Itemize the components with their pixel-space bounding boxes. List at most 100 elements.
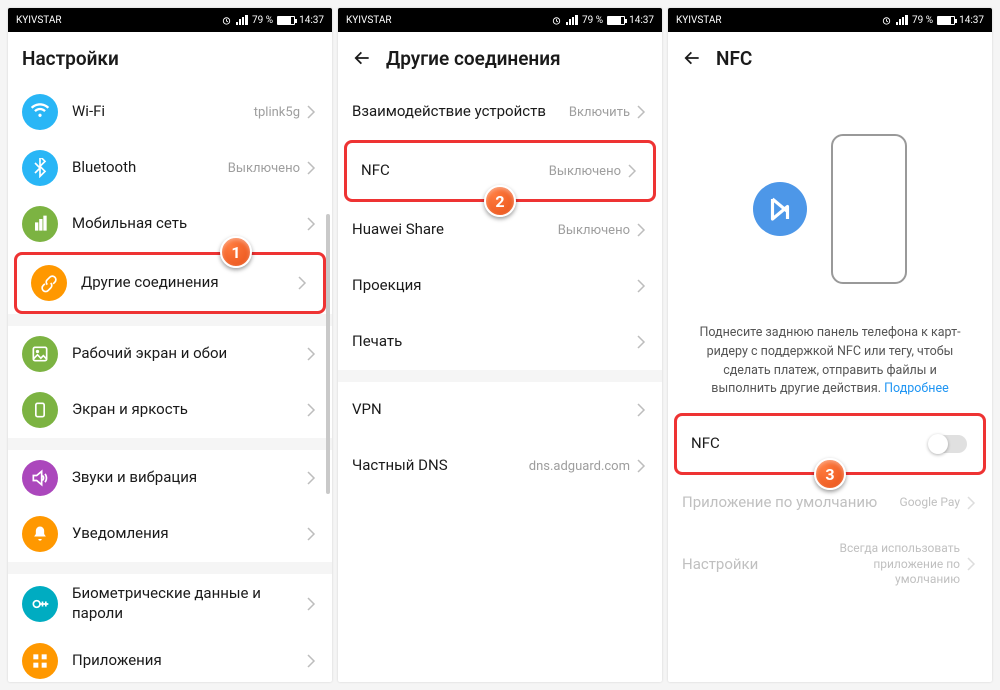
step-badge-3: 3 (814, 458, 846, 490)
row-label: Биометрические данные и пароли (72, 584, 306, 623)
row-label: Мобильная сеть (72, 214, 306, 234)
row-print[interactable]: Печать (338, 314, 662, 370)
chevron-right-icon (966, 557, 976, 571)
row-bluetooth[interactable]: Bluetooth Выключено (8, 140, 332, 196)
screen-settings: KYIVSTAR 79 % 14:37 Настройки Wi-Fi tpli… (8, 8, 332, 682)
row-value: tplink5g (254, 105, 300, 120)
carrier-label: KYIVSTAR (676, 15, 722, 26)
row-display[interactable]: Экран и яркость (8, 382, 332, 438)
phone-outline-icon (831, 134, 907, 284)
connections-list[interactable]: Взаимодействие устройств Включить NFC Вы… (338, 84, 662, 682)
signal-icon (236, 15, 248, 25)
nfc-illustration (668, 84, 992, 324)
row-value: Всегда использовать приложение по умолча… (820, 541, 960, 588)
highlight-other-connections: Другие соединения (14, 252, 326, 314)
row-label: Рабочий экран и обои (72, 344, 306, 364)
step-badge-2: 2 (484, 185, 516, 217)
chevron-right-icon (636, 279, 646, 293)
link-icon (31, 265, 67, 301)
chevron-right-icon (306, 597, 316, 611)
learn-more-link[interactable]: Подробнее (884, 381, 949, 396)
row-label: Приложения (72, 651, 306, 671)
chevron-right-icon (636, 105, 646, 119)
row-nfc-settings: Настройки Всегда использовать приложение… (668, 531, 992, 598)
row-label: Взаимодействие устройств (352, 102, 569, 122)
row-label: Уведомления (72, 524, 306, 544)
row-label: Bluetooth (72, 158, 228, 178)
row-label: Wi-Fi (72, 102, 254, 122)
row-label: NFC (691, 434, 929, 454)
row-device-interaction[interactable]: Взаимодействие устройств Включить (338, 84, 662, 140)
row-value: Включить (569, 105, 630, 120)
settings-list[interactable]: Wi-Fi tplink5g Bluetooth Выключено Мобил… (8, 84, 332, 682)
time-label: 14:37 (959, 15, 984, 26)
row-other-connections[interactable]: Другие соединения (17, 255, 323, 311)
chevron-right-icon (297, 276, 307, 290)
sim-icon (22, 206, 58, 242)
highlight-nfc-toggle: NFC 3 (674, 413, 986, 475)
row-mobile[interactable]: Мобильная сеть 1 (8, 196, 332, 252)
row-sound[interactable]: Звуки и вибрация (8, 450, 332, 506)
row-label: NFC (361, 161, 549, 181)
row-label: Другие соединения (81, 273, 297, 293)
row-vpn[interactable]: VPN (338, 382, 662, 438)
row-apps[interactable]: Приложения (8, 633, 332, 682)
row-projection[interactable]: Проекция (338, 258, 662, 314)
sound-icon (22, 460, 58, 496)
battery-label: 79 % (252, 15, 273, 26)
alarm-icon (221, 15, 232, 26)
page-title: Настройки (22, 47, 119, 70)
row-label: VPN (352, 400, 636, 420)
chevron-right-icon (306, 105, 316, 119)
row-wallpaper[interactable]: Рабочий экран и обои (8, 326, 332, 382)
chevron-right-icon (966, 496, 976, 510)
battery-icon (277, 16, 295, 25)
row-label: Настройки (682, 555, 820, 575)
screen-nfc: KYIVSTAR 79 % 14:37 NFC Поднесите заднюю… (668, 8, 992, 682)
row-notifications[interactable]: Уведомления (8, 506, 332, 562)
row-label: Звуки и вибрация (72, 468, 306, 488)
alarm-icon (551, 15, 562, 26)
row-value: Выключено (549, 164, 621, 179)
battery-icon (607, 16, 625, 25)
battery-label: 79 % (582, 15, 603, 26)
chevron-right-icon (636, 403, 646, 417)
row-label: Huawei Share (352, 220, 558, 240)
step-badge-1: 1 (220, 236, 252, 268)
row-label: Проекция (352, 276, 636, 296)
back-button[interactable] (682, 48, 702, 68)
row-private-dns[interactable]: Частный DNS dns.adguard.com (338, 438, 662, 494)
chevron-right-icon (306, 527, 316, 541)
chevron-right-icon (627, 164, 637, 178)
page-title: NFC (716, 47, 752, 70)
battery-icon (937, 16, 955, 25)
wallpaper-icon (22, 336, 58, 372)
battery-label: 79 % (912, 15, 933, 26)
row-wifi[interactable]: Wi-Fi tplink5g (8, 84, 332, 140)
row-label: Экран и яркость (72, 400, 306, 420)
page-title: Другие соединения (386, 47, 561, 70)
key-icon (22, 586, 58, 622)
chevron-right-icon (636, 223, 646, 237)
statusbar: KYIVSTAR 79 % 14:37 (338, 8, 662, 32)
row-label: Печать (352, 332, 636, 352)
brightness-icon (22, 392, 58, 428)
back-button[interactable] (352, 48, 372, 68)
nfc-toggle[interactable] (929, 435, 967, 453)
bell-icon (22, 516, 58, 552)
chevron-right-icon (636, 335, 646, 349)
chevron-right-icon (306, 347, 316, 361)
header: Другие соединения (338, 32, 662, 84)
row-biometrics[interactable]: Биометрические данные и пароли (8, 574, 332, 633)
header: NFC (668, 32, 992, 84)
chevron-right-icon (306, 654, 316, 668)
nfc-content: Поднесите заднюю панель телефона к карт-… (668, 84, 992, 682)
time-label: 14:37 (629, 15, 654, 26)
carrier-label: KYIVSTAR (346, 15, 392, 26)
bluetooth-icon (22, 150, 58, 186)
row-value: Выключено (228, 161, 300, 176)
chevron-right-icon (306, 217, 316, 231)
header: Настройки (8, 32, 332, 84)
row-value: Выключено (558, 223, 630, 238)
row-value: dns.adguard.com (529, 459, 630, 474)
